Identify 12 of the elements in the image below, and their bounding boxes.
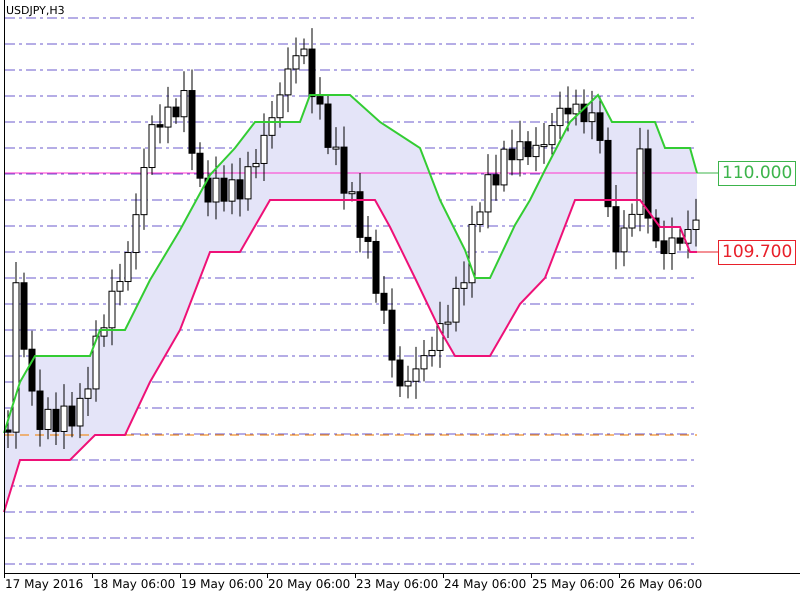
price-label: 110.000 [718, 161, 796, 186]
chart-title: USDJPY,H3 [6, 4, 65, 17]
time-label: 20 May 06:00 [268, 577, 350, 592]
time-label: 17 May 2016 [5, 577, 84, 592]
time-label: 19 May 06:00 [181, 577, 264, 592]
price-label: 109.700 [718, 240, 796, 265]
time-label: 24 May 06:00 [444, 577, 526, 592]
time-label: 23 May 06:00 [356, 577, 438, 592]
leader-line [696, 172, 718, 174]
time-label: 26 May 06:00 [620, 577, 702, 592]
time-label: 18 May 06:00 [93, 577, 176, 592]
time-label: 25 May 06:00 [532, 577, 614, 592]
